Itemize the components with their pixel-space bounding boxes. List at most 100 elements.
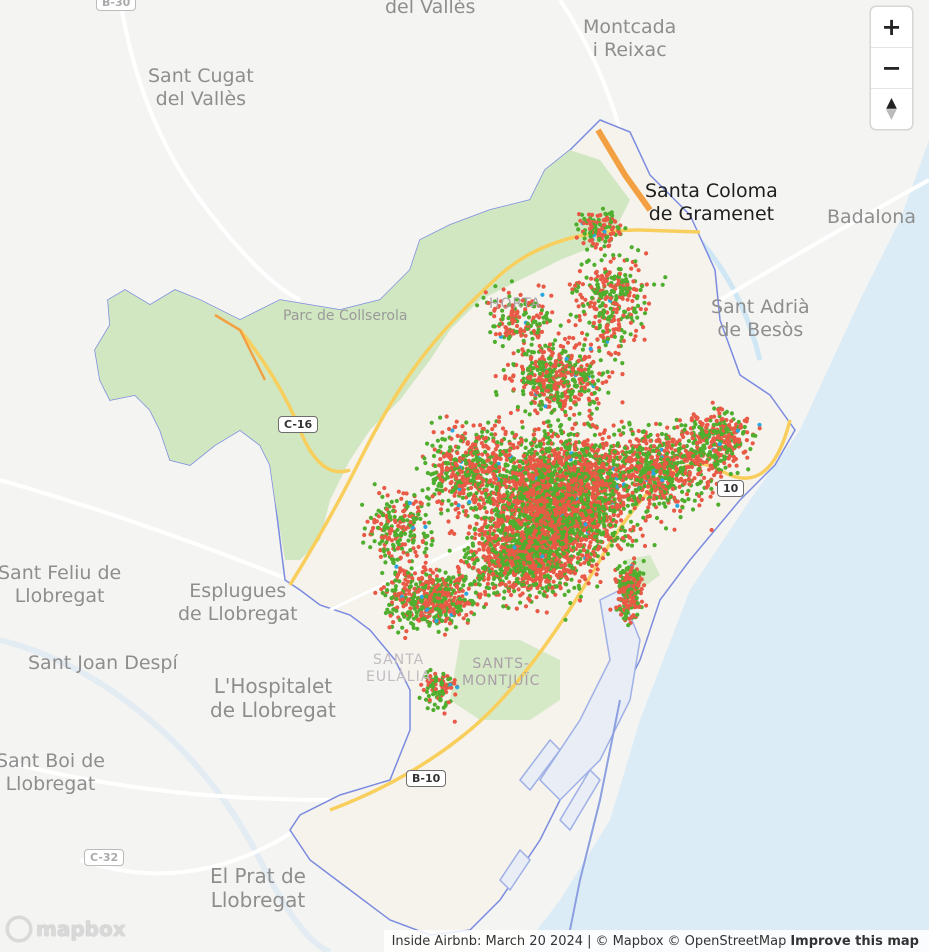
listing-dot[interactable] (440, 618, 445, 624)
listing-dot[interactable] (578, 462, 583, 467)
listing-dot[interactable] (477, 541, 482, 546)
listing-dot[interactable] (670, 439, 675, 444)
listing-dot[interactable] (654, 421, 659, 426)
listing-dot[interactable] (545, 536, 550, 541)
listing-dot[interactable] (555, 434, 561, 439)
listing-dot[interactable] (614, 579, 619, 584)
listing-dot[interactable] (531, 493, 536, 498)
listing-dot[interactable] (684, 465, 690, 470)
listing-dot[interactable] (385, 607, 390, 612)
listing-dot[interactable] (631, 595, 636, 601)
listing-dot[interactable] (652, 502, 657, 507)
listing-dot[interactable] (596, 491, 601, 496)
listing-dot[interactable] (530, 473, 535, 478)
listing-dot[interactable] (592, 470, 597, 475)
listing-dot[interactable] (592, 432, 598, 438)
listing-dot[interactable] (541, 565, 546, 570)
listing-dot[interactable] (555, 477, 560, 482)
listing-dot[interactable] (490, 427, 495, 432)
listing-dot[interactable] (566, 589, 571, 594)
listing-dot[interactable] (423, 585, 428, 590)
listing-dot[interactable] (564, 539, 569, 545)
listing-dot[interactable] (719, 474, 724, 479)
listing-dot[interactable] (541, 492, 546, 497)
listing-dot[interactable] (581, 505, 586, 510)
listing-dot[interactable] (667, 478, 672, 483)
listing-dot[interactable] (674, 466, 679, 471)
listing-dot[interactable] (626, 492, 631, 498)
listing-dot[interactable] (584, 557, 589, 562)
listing-dot[interactable] (545, 566, 550, 571)
listing-dot[interactable] (604, 442, 609, 447)
listing-dot[interactable] (549, 486, 554, 492)
listing-dot[interactable] (503, 566, 508, 571)
listing-dot[interactable] (470, 557, 475, 562)
listing-dot[interactable] (432, 598, 437, 604)
listing-dot[interactable] (574, 509, 579, 514)
listing-dot[interactable] (415, 589, 421, 594)
listing-dot[interactable] (550, 585, 555, 590)
listing-dot[interactable] (559, 535, 565, 541)
listing-dot[interactable] (627, 450, 632, 455)
listing-dot[interactable] (690, 507, 696, 512)
listing-dot[interactable] (595, 539, 600, 544)
listing-dot[interactable] (436, 592, 442, 597)
listing-dot[interactable] (494, 507, 499, 512)
listing-dot[interactable] (641, 438, 646, 444)
listing-dot[interactable] (434, 577, 439, 582)
listing-dot[interactable] (535, 457, 540, 462)
listing-dot[interactable] (634, 572, 639, 577)
listing-dot[interactable] (594, 487, 599, 492)
listing-dot[interactable] (596, 447, 601, 452)
listing-dot[interactable] (400, 597, 405, 602)
listing-dot[interactable] (514, 606, 519, 611)
listing-dot[interactable] (455, 515, 460, 520)
listing-dot[interactable] (527, 560, 532, 565)
listing-dot[interactable] (647, 478, 652, 483)
listing-dot[interactable] (437, 568, 442, 573)
listing-dot[interactable] (646, 422, 651, 428)
listing-dot[interactable] (415, 626, 420, 631)
listing-dot[interactable] (617, 498, 622, 503)
listing-dot[interactable] (464, 612, 469, 618)
listing-dot[interactable] (443, 612, 448, 618)
listing-dot[interactable] (527, 568, 532, 573)
listing-dot[interactable] (597, 457, 603, 462)
listing-dot[interactable] (672, 527, 677, 532)
listing-dot[interactable] (512, 467, 518, 472)
listing-dot[interactable] (563, 617, 568, 622)
listing-dot[interactable] (455, 604, 460, 610)
listing-dot[interactable] (518, 512, 523, 517)
listing-dot[interactable] (579, 481, 584, 486)
listing-dot[interactable] (636, 583, 641, 588)
listing-dot[interactable] (543, 532, 548, 537)
listing-dot[interactable] (685, 430, 690, 436)
listing-dot[interactable] (540, 545, 545, 550)
listing-dot[interactable] (572, 585, 577, 590)
listing-dot[interactable] (612, 432, 617, 437)
listing-dot[interactable] (637, 466, 642, 471)
listing-dot[interactable] (618, 606, 623, 611)
listing-dot[interactable] (518, 482, 523, 487)
listing-dot[interactable] (457, 596, 462, 601)
listing-dot[interactable] (475, 602, 480, 607)
listing-dot[interactable] (435, 606, 440, 611)
listing-dot[interactable] (641, 515, 646, 520)
listing-dot[interactable] (606, 500, 611, 506)
listing-dot[interactable] (433, 592, 438, 597)
listing-dot[interactable] (625, 503, 631, 508)
listing-dot[interactable] (495, 559, 500, 564)
listing-dot[interactable] (632, 556, 637, 561)
listing-dot[interactable] (396, 630, 401, 635)
listing-dot[interactable] (551, 552, 556, 557)
listing-dot[interactable] (584, 477, 590, 483)
listing-dot[interactable] (574, 452, 579, 457)
listing-dot[interactable] (558, 516, 563, 521)
listing-dot[interactable] (427, 599, 432, 604)
listing-dot[interactable] (465, 535, 470, 541)
listing-dot[interactable] (591, 558, 596, 563)
listing-dot[interactable] (652, 543, 657, 548)
listing-dot[interactable] (610, 504, 615, 509)
listing-dot[interactable] (567, 455, 572, 460)
listing-dot[interactable] (536, 494, 542, 499)
